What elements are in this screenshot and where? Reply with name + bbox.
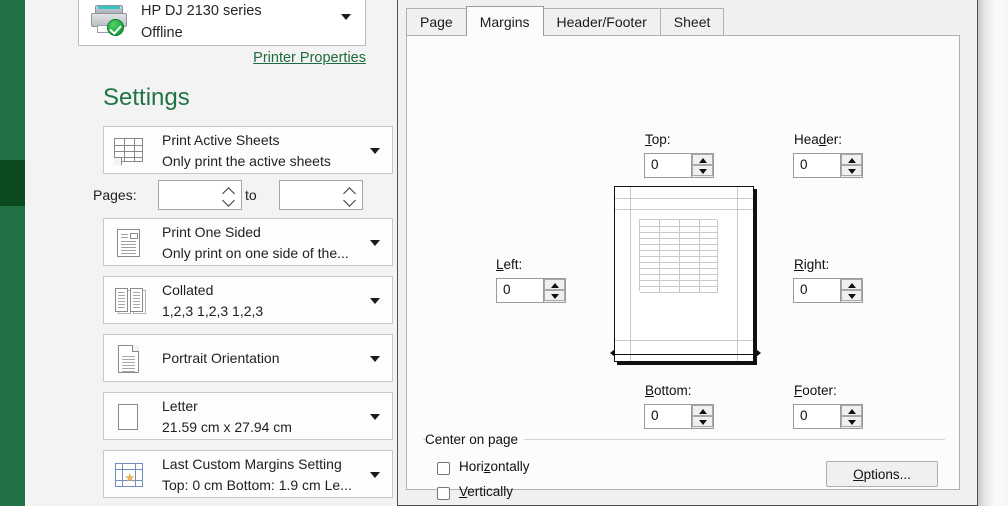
page-setup-tabs: Page Margins Header/Footer Sheet	[406, 6, 725, 36]
setting-subtitle: Only print on one side of the...	[162, 245, 349, 261]
tab-sheet[interactable]: Sheet	[659, 8, 725, 36]
caret-down-icon[interactable]	[370, 240, 380, 246]
paper-size-icon	[112, 401, 146, 433]
caret-down-icon[interactable]	[370, 148, 380, 154]
center-vertically-checkbox[interactable]	[437, 487, 450, 500]
setting-title: Print Active Sheets	[162, 132, 280, 148]
right-margin-input[interactable]: 0	[793, 278, 863, 303]
triangle-up-icon[interactable]	[841, 279, 862, 290]
bottom-margin-input[interactable]: 0	[644, 404, 714, 429]
center-horizontally-label: Horizontally	[459, 459, 530, 474]
setting-paper-size[interactable]: Letter 21.59 cm x 27.94 cm	[103, 392, 393, 440]
chevron-up-icon[interactable]	[343, 186, 356, 200]
triangle-down-icon[interactable]	[841, 165, 862, 176]
top-margin-input[interactable]: 0	[644, 153, 714, 178]
page-setup-dialog: Page Margins Header/Footer Sheet Top: 0 …	[397, 0, 978, 506]
printer-properties-link[interactable]: Printer Properties	[25, 50, 366, 66]
footer-margin-input[interactable]: 0	[793, 404, 863, 429]
setting-orientation[interactable]: Portrait Orientation	[103, 334, 393, 382]
printer-icon	[89, 1, 129, 36]
center-horizontally-checkbox[interactable]	[437, 462, 450, 475]
caret-down-icon[interactable]	[370, 414, 380, 420]
pages-to-input[interactable]	[279, 180, 363, 210]
one-sided-document-icon	[112, 227, 146, 259]
pages-to-label: to	[245, 187, 257, 203]
chevron-down-icon[interactable]	[343, 194, 356, 207]
setting-duplex[interactable]: Print One Sided Only print on one side o…	[103, 218, 393, 266]
preview-table-grid	[639, 219, 718, 293]
page-margin-preview[interactable]	[610, 186, 761, 366]
margin-drag-handle-right-icon[interactable]	[756, 349, 761, 357]
setting-print-range[interactable]: Print Active Sheets Only print the activ…	[103, 126, 393, 174]
left-margin-label: Left:	[496, 257, 523, 272]
caret-down-icon[interactable]	[341, 14, 351, 20]
setting-subtitle: 1,2,3 1,2,3 1,2,3	[162, 303, 264, 319]
window-right-edge	[978, 0, 1008, 506]
printer-selector[interactable]: HP DJ 2130 series Offline	[78, 0, 366, 46]
setting-subtitle: 21.59 cm x 27.94 cm	[162, 419, 292, 435]
triangle-down-icon[interactable]	[692, 416, 713, 427]
setting-title: Last Custom Margins Setting	[162, 456, 342, 472]
top-margin-label: Top:	[645, 132, 671, 147]
printer-name: HP DJ 2130 series	[141, 3, 262, 19]
setting-title: Print One Sided	[162, 224, 261, 240]
options-button[interactable]: Options...	[826, 461, 938, 487]
triangle-up-icon[interactable]	[841, 405, 862, 416]
top-margin-value: 0	[651, 157, 659, 172]
caret-down-icon[interactable]	[370, 298, 380, 304]
header-margin-input[interactable]: 0	[793, 153, 863, 178]
setting-margins[interactable]: ★ Last Custom Margins Setting Top: 0 cm …	[103, 450, 393, 498]
green-check-badge	[107, 19, 124, 36]
print-settings-pane: HP DJ 2130 series Offline Printer Proper…	[25, 0, 397, 506]
bottom-margin-value: 0	[651, 408, 659, 423]
triangle-down-icon[interactable]	[544, 290, 565, 301]
collated-pages-icon	[112, 285, 146, 317]
backstage-nav-active-item[interactable]	[0, 160, 25, 206]
center-vertically-label: Vertically	[459, 484, 514, 499]
chevron-down-icon[interactable]	[222, 194, 235, 207]
triangle-up-icon[interactable]	[692, 154, 713, 165]
chevron-up-icon[interactable]	[222, 186, 235, 200]
tab-page[interactable]: Page	[406, 8, 467, 36]
custom-margins-icon: ★	[112, 459, 146, 491]
header-margin-value: 0	[800, 157, 808, 172]
settings-heading: Settings	[103, 84, 190, 111]
caret-down-icon[interactable]	[370, 356, 380, 362]
setting-subtitle: Top: 0 cm Bottom: 1.9 cm Le...	[162, 477, 352, 493]
footer-margin-label: Footer:	[794, 383, 837, 398]
triangle-up-icon[interactable]	[841, 154, 862, 165]
printer-status: Offline	[141, 25, 183, 41]
left-margin-input[interactable]: 0	[496, 278, 566, 303]
setting-title: Collated	[162, 282, 214, 298]
right-margin-label: Right:	[794, 257, 830, 272]
bottom-margin-label: Bottom:	[645, 383, 692, 398]
left-margin-value: 0	[503, 282, 511, 297]
triangle-up-icon[interactable]	[692, 405, 713, 416]
pages-label: Pages:	[93, 187, 137, 203]
triangle-up-icon[interactable]	[544, 279, 565, 290]
margin-drag-handle-left-icon[interactable]	[610, 349, 615, 357]
setting-collation[interactable]: Collated 1,2,3 1,2,3 1,2,3	[103, 276, 393, 324]
triangle-down-icon[interactable]	[841, 416, 862, 427]
footer-margin-value: 0	[800, 408, 808, 423]
setting-subtitle: Only print the active sheets	[162, 153, 331, 169]
margins-tab-panel: Top: 0 Header: 0 Left: 0 Right: 0 Bottom…	[406, 35, 960, 500]
center-on-page-label: Center on page	[425, 432, 525, 447]
setting-title: Portrait Orientation	[162, 350, 280, 366]
triangle-down-icon[interactable]	[841, 290, 862, 301]
triangle-down-icon[interactable]	[692, 165, 713, 176]
header-margin-label: Header:	[794, 132, 843, 147]
caret-down-icon[interactable]	[370, 472, 380, 478]
tab-margins[interactable]: Margins	[465, 6, 544, 36]
setting-title: Letter	[162, 398, 198, 414]
pages-from-input[interactable]	[158, 180, 242, 210]
portrait-page-icon	[112, 343, 146, 375]
right-margin-value: 0	[800, 282, 808, 297]
tab-header-footer[interactable]: Header/Footer	[542, 8, 661, 36]
print-area-grid-icon	[112, 135, 146, 167]
backstage-nav-rail	[0, 0, 25, 506]
